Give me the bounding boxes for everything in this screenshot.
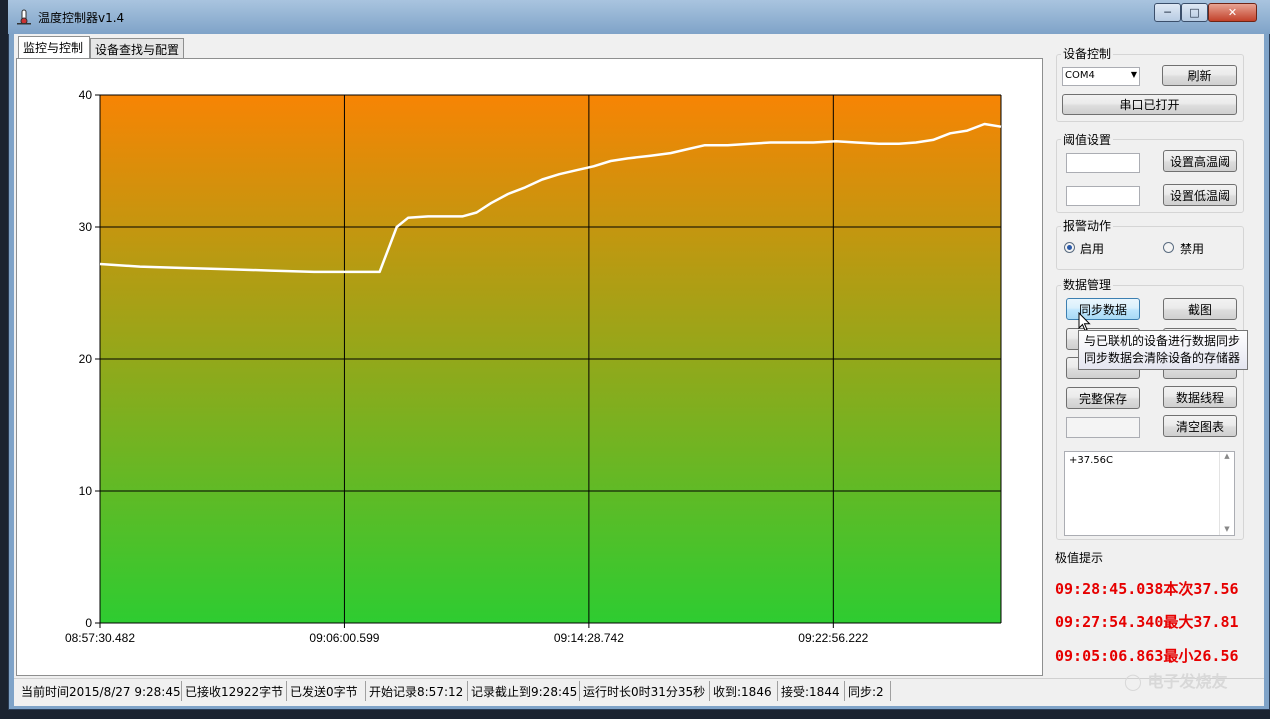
x-tick-label: 09:06:00.599 xyxy=(309,631,379,645)
minimize-button[interactable]: ─ xyxy=(1154,3,1181,22)
data-curve-button[interactable]: 数据线程 xyxy=(1163,386,1237,408)
low-threshold-input[interactable] xyxy=(1066,186,1140,206)
x-tick-label: 09:14:28.742 xyxy=(554,631,624,645)
scroll-down-icon: ▼ xyxy=(1224,525,1230,533)
set-low-threshold-button[interactable]: 设置低温阈 xyxy=(1163,184,1237,206)
tooltip-line-1: 与已联机的设备进行数据同步 xyxy=(1084,334,1241,348)
open-port-button[interactable]: 串口已打开 xyxy=(1062,94,1237,115)
y-tick-label: 30 xyxy=(79,220,93,234)
alarm-disable-label: 禁用 xyxy=(1180,242,1205,256)
y-tick-label: 0 xyxy=(85,616,92,630)
alarm-title: 报警动作 xyxy=(1061,217,1114,234)
x-tick-label: 08:57:30.482 xyxy=(65,631,135,645)
watermark-logo: ◯ 电子发烧友 xyxy=(1124,672,1228,691)
window-title: 温度控制器v1.4 xyxy=(38,11,125,25)
device-control-title: 设备控制 xyxy=(1061,45,1114,62)
minimize-icon: ─ xyxy=(1164,6,1171,19)
mouse-cursor-icon xyxy=(1078,312,1091,332)
min-value-text: 09:05:06.863最小26.56 xyxy=(1055,647,1239,665)
data-management-title: 数据管理 xyxy=(1061,276,1114,293)
clear-chart-button[interactable]: 清空图表 xyxy=(1163,415,1237,437)
scroll-up-icon: ▲ xyxy=(1224,452,1230,460)
set-high-threshold-button[interactable]: 设置高温阈 xyxy=(1163,150,1237,172)
status-sync-count: 同步:2 xyxy=(845,681,891,701)
status-received-bytes: 已接收12922字节 xyxy=(182,681,287,701)
thermometer-icon xyxy=(17,9,31,25)
max-value-text: 09:27:54.340最大37.81 xyxy=(1055,613,1239,631)
refresh-button[interactable]: 刷新 xyxy=(1162,65,1237,86)
high-threshold-input[interactable] xyxy=(1066,153,1140,173)
tooltip-line-2: 同步数据会清除设备的存储器 xyxy=(1084,351,1241,365)
maximize-icon: □ xyxy=(1189,6,1200,19)
chevron-down-icon: ▼ xyxy=(1130,70,1137,79)
log-scrollbar[interactable]: ▲ ▼ xyxy=(1219,452,1234,535)
y-tick-label: 40 xyxy=(79,88,93,102)
alarm-enable-radio[interactable] xyxy=(1064,242,1075,253)
log-text: +37.56C xyxy=(1069,455,1113,466)
data-input-field[interactable] xyxy=(1066,417,1140,438)
threshold-title: 阈值设置 xyxy=(1061,131,1114,148)
current-value-text: 09:28:45.038本次37.56 xyxy=(1055,580,1239,598)
close-icon: ✕ xyxy=(1227,6,1238,19)
port-select-value: COM4 xyxy=(1065,70,1095,81)
alarm-disable-radio[interactable] xyxy=(1163,242,1174,253)
alarm-enable-label: 启用 xyxy=(1080,242,1105,256)
status-record-until: 记录截止到9:28:45 xyxy=(468,681,580,701)
close-button[interactable]: ✕ xyxy=(1208,3,1257,22)
temperature-chart: 0 10 20 30 40 08:57:30.482 09:06:00.599 09:14:2… xyxy=(65,88,1002,645)
extremes-title: 极值提示 xyxy=(1055,551,1104,565)
status-recv-count: 收到:1846 xyxy=(710,681,778,701)
screenshot-button[interactable]: 截图 xyxy=(1163,298,1237,320)
title-bar[interactable] xyxy=(8,0,1270,34)
y-tick-label: 10 xyxy=(79,484,93,498)
tab-device-config[interactable]: 设备查找与配置 xyxy=(90,38,184,58)
status-current-time: 当前时间2015/8/27 9:28:45 xyxy=(18,681,182,701)
maximize-button[interactable]: □ xyxy=(1181,3,1208,22)
status-sent-bytes: 已发送0字节 xyxy=(287,681,366,701)
status-record-start: 开始记录8:57:12 xyxy=(366,681,468,701)
port-select[interactable]: COM4 ▼ xyxy=(1062,67,1140,86)
tab-monitor[interactable]: 监控与控制 xyxy=(18,36,90,58)
y-tick-label: 20 xyxy=(79,352,93,366)
x-tick-label: 09:22:56.222 xyxy=(798,631,868,645)
sync-tooltip: 与已联机的设备进行数据同步 同步数据会清除设备的存储器 xyxy=(1078,330,1248,370)
log-textarea[interactable]: +37.56C ▲ ▼ xyxy=(1064,451,1235,536)
full-save-button[interactable]: 完整保存 xyxy=(1066,387,1140,409)
status-run-time: 运行时长0时31分35秒 xyxy=(580,681,710,701)
status-accept-count: 接受:1844 xyxy=(778,681,845,701)
